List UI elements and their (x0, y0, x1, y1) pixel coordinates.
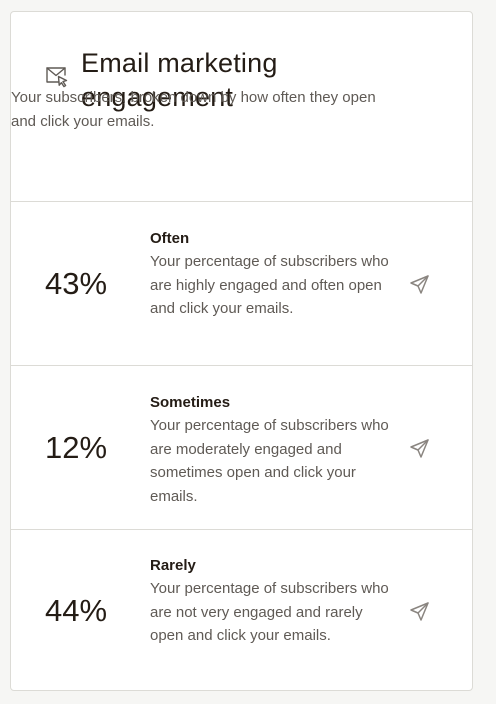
percent-value: 43% (45, 265, 108, 301)
paper-plane-icon[interactable] (409, 600, 431, 622)
engagement-row-rarely: 44% Rarely Your percentage of subscriber… (11, 529, 472, 690)
paper-plane-icon[interactable] (409, 437, 431, 459)
row-text: Often Your percentage of subscribers who… (150, 228, 390, 321)
row-description: Your percentage of subscribers who are h… (150, 253, 389, 317)
engagement-row-sometimes: 12% Sometimes Your percentage of subscri… (11, 366, 472, 530)
card-subtitle: Your subscribers, broken down by how oft… (11, 89, 376, 130)
paper-plane-icon[interactable] (409, 273, 431, 295)
row-label: Rarely (150, 557, 196, 574)
engagement-card: Email marketing engagement Your subscribe… (10, 11, 473, 691)
row-description: Your percentage of subscribers who are n… (150, 580, 389, 644)
card-header: Email marketing engagement Your subscribe… (11, 12, 472, 202)
row-text: Rarely Your percentage of subscribers wh… (150, 555, 390, 648)
percent-value: 12% (45, 429, 108, 465)
row-description: Your percentage of subscribers who are m… (150, 417, 389, 505)
envelope-cursor-icon (45, 66, 70, 88)
percent-value: 44% (45, 593, 108, 628)
engagement-row-often: 43% Often Your percentage of subscribers… (11, 202, 472, 366)
row-label: Sometimes (150, 394, 231, 411)
row-text: Sometimes Your percentage of subscribers… (150, 392, 390, 508)
row-label: Often (150, 230, 190, 247)
